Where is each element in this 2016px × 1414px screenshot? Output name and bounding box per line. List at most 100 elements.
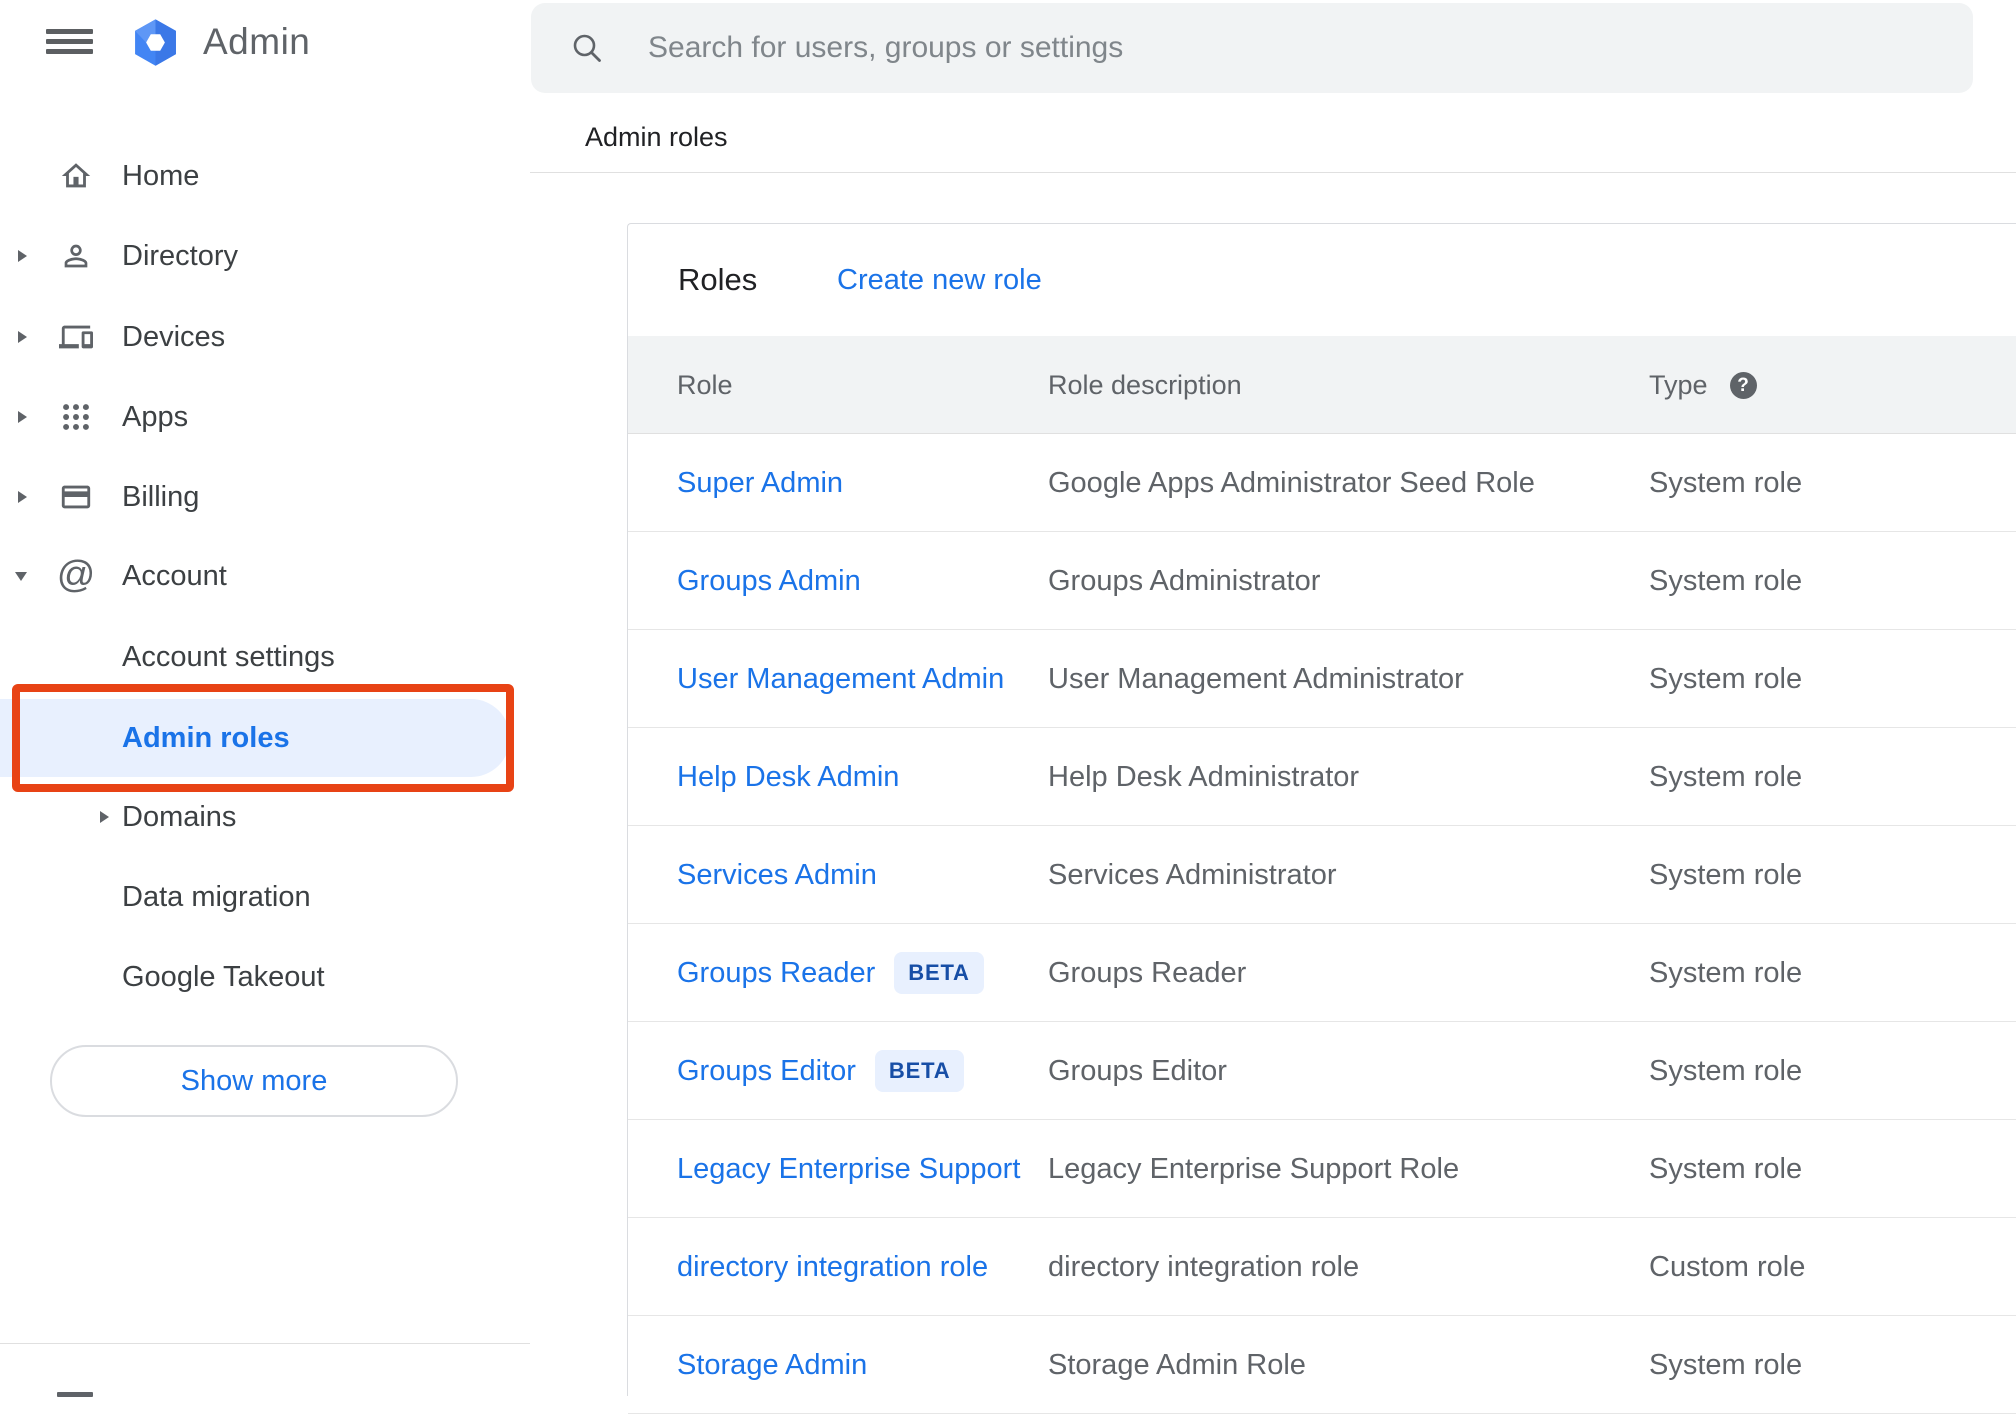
sidebar-item-label: Domains xyxy=(122,801,237,833)
role-type: System role xyxy=(1649,1055,1803,1087)
sidebar-item-label: Directory xyxy=(122,240,239,272)
search-placeholder: Search for users, groups or settings xyxy=(648,31,1124,64)
sidebar-item-label: Data migration xyxy=(122,881,311,913)
sidebar-item-label: Google Takeout xyxy=(122,961,325,993)
table-row: Services Admin Services Administrator Sy… xyxy=(628,826,2016,924)
role-link[interactable]: User Management Admin xyxy=(677,663,1004,696)
column-header-description: Role description xyxy=(1048,370,1242,400)
search-input[interactable]: Search for users, groups or settings xyxy=(531,3,1973,93)
beta-badge: BETA xyxy=(894,952,984,994)
sidebar-item-admin-roles-active[interactable]: Admin roles xyxy=(0,699,510,777)
role-description: Groups Editor xyxy=(1048,1055,1227,1087)
role-link[interactable]: Groups Editor xyxy=(677,1055,856,1088)
roles-panel: Roles Create new role Role Role descript… xyxy=(627,223,2016,1414)
menu-icon[interactable] xyxy=(46,29,93,54)
table-row: Groups Admin Groups Administrator System… xyxy=(628,532,2016,630)
expand-caret-icon[interactable] xyxy=(100,811,109,823)
create-new-role-link[interactable]: Create new role xyxy=(837,224,1042,336)
sidebar-item-label: Account xyxy=(122,560,227,592)
role-type: System role xyxy=(1649,957,1803,989)
sidebar-item-label: Home xyxy=(122,160,200,192)
role-link[interactable]: Services Admin xyxy=(677,859,877,892)
column-header-type: Type ? xyxy=(1649,336,1757,434)
table-row: Groups Editor BETA Groups Editor System … xyxy=(628,1022,2016,1120)
role-link[interactable]: Legacy Enterprise Support xyxy=(677,1153,1020,1186)
search-icon xyxy=(573,34,601,62)
collapse-caret-icon[interactable] xyxy=(15,572,27,581)
sidebar-item-apps[interactable]: Apps xyxy=(0,385,530,449)
column-header-role: Role xyxy=(677,370,733,400)
sidebar-item-home[interactable]: Home xyxy=(0,144,530,208)
roles-table: Super Admin Google Apps Administrator Se… xyxy=(628,434,2016,1414)
table-row: directory integration role directory int… xyxy=(628,1218,2016,1316)
home-icon xyxy=(61,163,91,188)
at-icon: @ xyxy=(56,554,96,596)
roles-panel-header: Roles Create new role xyxy=(628,224,2016,336)
expand-caret-icon[interactable] xyxy=(18,491,27,503)
admin-logo: Admin xyxy=(129,16,310,68)
admin-hexagon-icon xyxy=(135,18,176,66)
role-description: Legacy Enterprise Support Role xyxy=(1048,1153,1460,1185)
sidebar-item-directory[interactable]: Directory xyxy=(0,224,530,288)
sidebar-item-domains[interactable]: Domains xyxy=(0,785,530,849)
sidebar-item-data-migration[interactable]: Data migration xyxy=(0,865,530,929)
role-link[interactable]: Groups Reader xyxy=(677,957,875,990)
expand-caret-icon[interactable] xyxy=(18,331,27,343)
role-type: Custom role xyxy=(1649,1251,1806,1283)
sidebar-item-account-settings[interactable]: Account settings xyxy=(0,625,530,689)
breadcrumb: Admin roles xyxy=(585,122,728,152)
table-row: Legacy Enterprise Support Legacy Enterpr… xyxy=(628,1120,2016,1218)
table-row: Super Admin Google Apps Administrator Se… xyxy=(628,434,2016,532)
role-description: Storage Admin Role xyxy=(1048,1349,1306,1381)
role-link[interactable]: Super Admin xyxy=(677,467,843,500)
role-description: User Management Administrator xyxy=(1048,663,1464,695)
sidebar-item-label: Billing xyxy=(122,481,200,513)
apps-grid-icon xyxy=(63,404,89,430)
role-type: System role xyxy=(1649,663,1803,695)
role-type: System role xyxy=(1649,859,1803,891)
table-row: Groups Reader BETA Groups Reader System … xyxy=(628,924,2016,1022)
role-type: System role xyxy=(1649,1153,1803,1185)
sidebar-divider xyxy=(0,1343,530,1344)
panel-title: Roles xyxy=(678,262,758,297)
sidebar-item-devices[interactable]: Devices xyxy=(0,305,530,369)
role-description: Groups Reader xyxy=(1048,957,1247,989)
app-title: Admin xyxy=(203,21,311,62)
expand-caret-icon[interactable] xyxy=(18,411,27,423)
sidebar-item-account[interactable]: @ Account xyxy=(0,544,530,608)
sidebar: Admin Home Directory Devices Apps Billin… xyxy=(0,0,530,1397)
show-more-button[interactable]: Show more xyxy=(50,1045,458,1117)
table-header-row: Role Role description Type ? xyxy=(628,336,2016,434)
role-type: System role xyxy=(1649,1349,1803,1381)
role-description: Help Desk Administrator xyxy=(1048,761,1360,793)
table-row: User Management Admin User Management Ad… xyxy=(628,630,2016,728)
role-type: System role xyxy=(1649,565,1803,597)
role-description: directory integration role xyxy=(1048,1251,1360,1283)
help-icon[interactable]: ? xyxy=(1729,371,1757,399)
sidebar-item-label: Apps xyxy=(122,401,189,433)
role-description: Groups Administrator xyxy=(1048,565,1321,597)
sidebar-item-label: Admin roles xyxy=(122,722,290,754)
beta-badge: BETA xyxy=(874,1050,965,1092)
table-row: Storage Admin Storage Admin Role System … xyxy=(628,1316,2016,1414)
table-row: Help Desk Admin Help Desk Administrator … xyxy=(628,728,2016,826)
role-type: System role xyxy=(1649,467,1803,499)
sidebar-item-label: Devices xyxy=(122,321,226,353)
credit-card-icon xyxy=(61,485,91,509)
sidebar-item-google-takeout[interactable]: Google Takeout xyxy=(0,945,530,1009)
header-divider xyxy=(530,172,2016,173)
person-icon xyxy=(64,244,88,268)
column-header-type-label: Type xyxy=(1649,370,1708,400)
role-link[interactable]: Storage Admin xyxy=(677,1349,867,1382)
role-link[interactable]: Groups Admin xyxy=(677,565,861,598)
role-type: System role xyxy=(1649,761,1803,793)
clipped-nav-icon xyxy=(57,1392,93,1397)
sidebar-item-billing[interactable]: Billing xyxy=(0,465,530,529)
expand-caret-icon[interactable] xyxy=(18,250,27,262)
role-description: Services Administrator xyxy=(1048,859,1337,891)
role-link[interactable]: directory integration role xyxy=(677,1251,988,1284)
sidebar-item-label: Account settings xyxy=(122,641,335,673)
role-description: Google Apps Administrator Seed Role xyxy=(1048,467,1535,499)
devices-icon xyxy=(59,325,93,349)
role-link[interactable]: Help Desk Admin xyxy=(677,761,899,794)
